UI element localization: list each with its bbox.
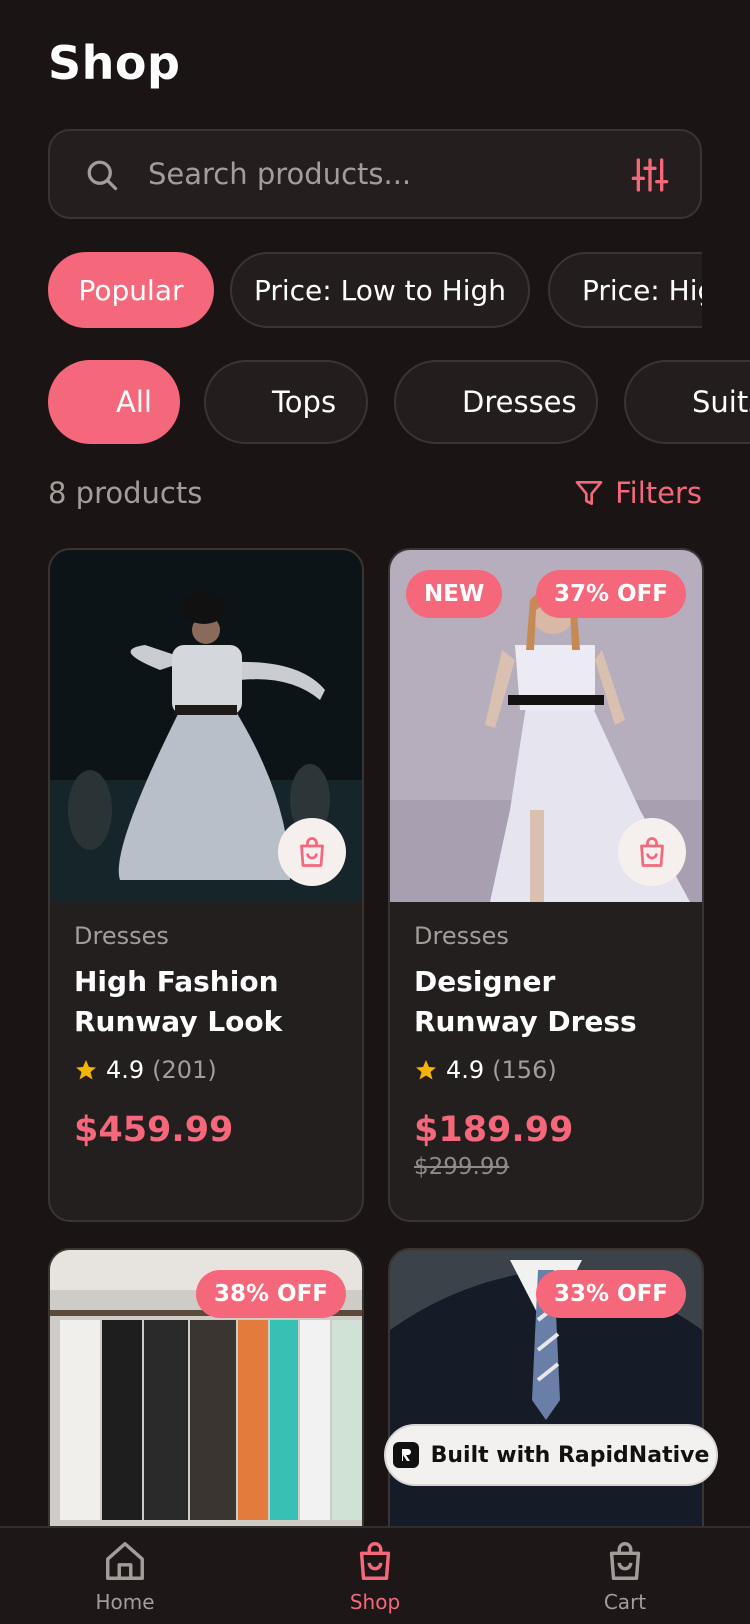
tab-shop[interactable]: Shop: [315, 1538, 435, 1614]
category-all[interactable]: All: [48, 360, 180, 444]
star-icon: [416, 1060, 436, 1080]
rapidnative-logo-icon: [392, 1442, 419, 1468]
rating-value: 4.9: [106, 1056, 145, 1084]
add-to-cart-button[interactable]: [618, 818, 686, 886]
product-category: Dresses: [74, 922, 169, 950]
category-dresses[interactable]: Dresses: [394, 360, 598, 444]
search-bar[interactable]: [48, 129, 702, 219]
product-count: 8 products: [48, 476, 203, 510]
review-count: (201): [152, 1056, 217, 1084]
tab-shop-label: Shop: [349, 1590, 401, 1614]
page-title: Shop: [48, 36, 181, 90]
bag-icon: [609, 1542, 641, 1580]
add-to-cart-button[interactable]: [278, 818, 346, 886]
tab-home-label: Home: [95, 1590, 155, 1614]
search-input[interactable]: [148, 131, 588, 217]
category-tops[interactable]: Tops: [204, 360, 368, 444]
product-rating: 4.9 (201): [74, 1056, 342, 1084]
discount-badge: 33% OFF: [535, 1270, 686, 1318]
product-rating: 4.9 (156): [414, 1056, 682, 1084]
sort-chip-popular[interactable]: Popular: [48, 252, 214, 328]
product-name: Designer Runway Dress: [414, 965, 637, 1038]
filter-icon: [575, 481, 603, 505]
review-count: (156): [492, 1056, 557, 1084]
tab-cart[interactable]: Cart: [565, 1538, 685, 1614]
filters-button[interactable]: Filters: [573, 476, 702, 510]
bag-icon: [640, 837, 664, 867]
product-card[interactable]: 38% OFF: [48, 1248, 364, 1548]
category-suits[interactable]: Suits: [624, 360, 750, 444]
bag-icon: [300, 837, 324, 867]
category-tabs: All Tops Dresses Suits: [48, 360, 750, 445]
tab-cart-label: Cart: [603, 1590, 647, 1614]
original-price: $299.99: [414, 1154, 510, 1180]
rating-value: 4.9: [446, 1056, 485, 1084]
sort-chip-price-high-low[interactable]: Price: High to Low: [548, 252, 702, 328]
product-card[interactable]: Dresses High Fashion Runway Look 4.9 (20…: [48, 548, 364, 1222]
home-icon: [106, 1542, 144, 1580]
bag-icon: [359, 1542, 391, 1580]
product-card[interactable]: 33% OFF: [388, 1248, 704, 1548]
sort-options: Popular Price: Low to High Price: High t…: [48, 252, 702, 329]
discount-badge: 37% OFF: [535, 570, 686, 618]
product-name: High Fashion Runway Look: [74, 965, 283, 1038]
product-price: $459.99: [74, 1110, 234, 1150]
sort-chip-price-low-high[interactable]: Price: Low to High: [230, 252, 530, 328]
product-category: Dresses: [414, 922, 509, 950]
built-with-rapidnative-badge[interactable]: Built with RapidNative: [384, 1424, 718, 1486]
new-badge: NEW: [406, 570, 503, 618]
discount-badge: 38% OFF: [195, 1270, 346, 1318]
filters-label: Filters: [615, 476, 702, 510]
sliders-icon[interactable]: [630, 155, 670, 195]
product-price: $189.99: [414, 1110, 574, 1150]
search-icon: [87, 160, 118, 191]
bottom-tab-bar: Home Shop Cart: [0, 1526, 750, 1624]
product-card[interactable]: NEW 37% OFF Dresses Designer Runway Dres…: [388, 548, 704, 1222]
rapidnative-label: Built with RapidNative: [430, 1442, 710, 1468]
star-icon: [76, 1060, 96, 1080]
tab-home[interactable]: Home: [65, 1538, 185, 1614]
